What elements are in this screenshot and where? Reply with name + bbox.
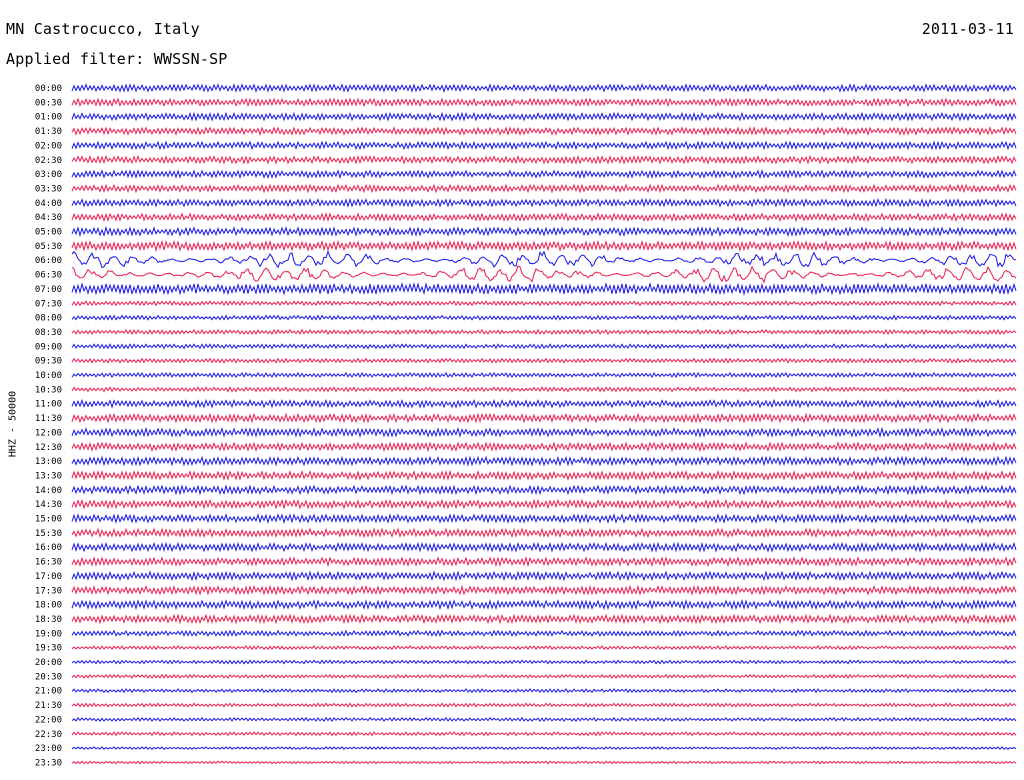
row-time-label: 17:30 (35, 586, 62, 596)
row-time-label: 22:00 (35, 715, 62, 725)
trace-line (71, 498, 1017, 510)
row-time-label: 10:00 (35, 371, 62, 381)
row-time-label: 15:00 (35, 515, 62, 525)
trace-line (71, 760, 1017, 765)
row-time-label: 22:30 (35, 730, 62, 740)
trace-line (71, 570, 1017, 582)
trace-line (71, 555, 1017, 568)
row-time-label: 11:30 (35, 414, 62, 424)
row-time-label: 05:00 (35, 228, 62, 238)
trace-line (71, 412, 1017, 424)
trace-line (71, 239, 1017, 252)
trace-line (71, 527, 1017, 539)
trace-line (71, 702, 1017, 708)
row-time-label: 20:00 (35, 658, 62, 668)
trace-line (71, 328, 1017, 336)
trace-line (71, 371, 1017, 379)
row-time-label: 16:00 (35, 543, 62, 553)
trace-line (71, 183, 1017, 194)
trace-line (71, 673, 1017, 679)
trace-line (71, 716, 1017, 723)
row-time-label: 19:00 (35, 629, 62, 639)
trace-line (71, 659, 1017, 665)
trace-line (71, 265, 1017, 284)
trace-line (71, 140, 1017, 151)
row-time-label: 07:00 (35, 285, 62, 295)
trace-line (71, 314, 1017, 321)
row-time-label: 12:00 (35, 428, 62, 438)
trace-line (71, 484, 1017, 496)
trace-line (71, 645, 1017, 651)
trace-line (71, 169, 1017, 180)
trace-group (71, 83, 1017, 765)
trace-line (71, 281, 1017, 296)
row-time-label: 14:00 (35, 486, 62, 496)
trace-line (71, 426, 1017, 439)
row-time-label: 06:00 (35, 256, 62, 266)
trace-line (71, 469, 1017, 481)
trace-line (71, 731, 1017, 737)
trace-line (71, 250, 1017, 269)
trace-line (71, 629, 1017, 638)
row-time-label: 02:30 (35, 156, 62, 166)
row-time-label: 00:00 (35, 84, 62, 94)
trace-line (71, 688, 1017, 694)
row-time-label: 15:30 (35, 529, 62, 539)
trace-line (71, 541, 1017, 553)
trace-line (71, 225, 1017, 238)
trace-line (71, 513, 1017, 525)
trace-line (71, 212, 1017, 223)
row-time-label: 08:00 (35, 314, 62, 324)
row-time-label: 16:30 (35, 558, 62, 568)
row-time-label: 02:00 (35, 141, 62, 151)
trace-line (71, 154, 1017, 165)
row-time-label: 09:30 (35, 357, 62, 367)
row-time-label: 10:30 (35, 385, 62, 395)
row-time-label: 04:30 (35, 213, 62, 223)
trace-line (71, 613, 1017, 625)
trace-line (71, 83, 1017, 93)
row-time-label: 13:00 (35, 457, 62, 467)
row-label-group: 00:00 00:30 01:00 01:30 02:00 02:30 03:00 03:30… (35, 84, 62, 768)
row-time-label: 11:00 (35, 400, 62, 410)
row-time-label: 19:30 (35, 644, 62, 654)
row-time-label: 21:00 (35, 687, 62, 697)
trace-line (71, 300, 1017, 307)
row-time-label: 07:30 (35, 299, 62, 309)
row-time-label: 00:30 (35, 98, 62, 108)
row-time-label: 12:30 (35, 443, 62, 453)
row-time-label: 13:30 (35, 471, 62, 481)
helicorder-plot: 00:00 00:30 01:00 01:30 02:00 02:30 03:00 03:30… (35, 83, 1017, 768)
row-time-label: 01:30 (35, 127, 62, 137)
trace-line (71, 97, 1017, 108)
row-time-label: 23:00 (35, 744, 62, 754)
trace-line (71, 441, 1017, 453)
trace-line (71, 584, 1017, 596)
trace-line (71, 357, 1017, 364)
row-time-label: 14:30 (35, 500, 62, 510)
trace-line (71, 398, 1017, 409)
trace-line (71, 343, 1017, 350)
trace-line (71, 386, 1017, 393)
trace-line (71, 455, 1017, 467)
row-time-label: 03:30 (35, 184, 62, 194)
trace-line (71, 111, 1017, 122)
trace-line (71, 126, 1017, 136)
row-time-label: 21:30 (35, 701, 62, 711)
row-time-label: 06:30 (35, 271, 62, 281)
row-time-label: 17:00 (35, 572, 62, 582)
row-time-label: 05:30 (35, 242, 62, 252)
row-time-label: 01:00 (35, 113, 62, 123)
row-time-label: 09:00 (35, 342, 62, 352)
row-time-label: 04:00 (35, 199, 62, 209)
trace-line (71, 746, 1017, 751)
row-time-label: 20:30 (35, 672, 62, 682)
trace-line (71, 599, 1017, 611)
row-time-label: 03:00 (35, 170, 62, 180)
trace-line (71, 197, 1017, 208)
row-time-label: 18:30 (35, 615, 62, 625)
row-time-label: 23:30 (35, 758, 62, 768)
row-time-label: 18:00 (35, 601, 62, 611)
row-time-label: 08:30 (35, 328, 62, 338)
